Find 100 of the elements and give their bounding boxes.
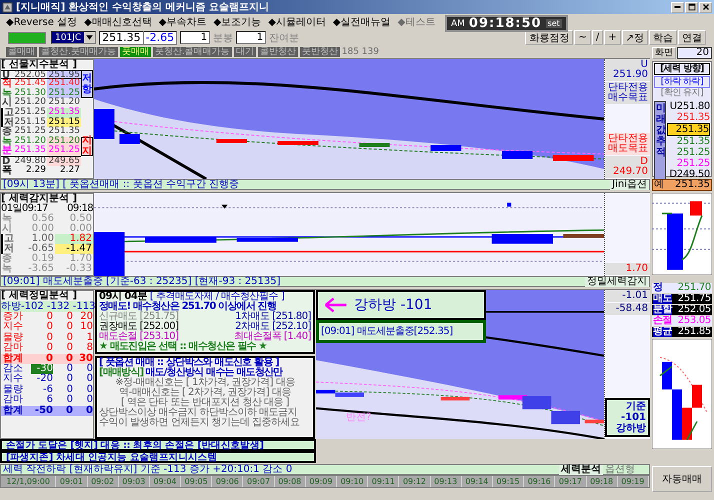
footer-text: ★ 매도진입은 선택 :: 매수청산은 필수 ★ [99, 342, 268, 352]
time-label: 09:06 [212, 476, 244, 487]
signal-tag: 풋매매 [120, 47, 151, 57]
method-tag: [매매방식] [99, 368, 144, 378]
close-button[interactable] [699, 2, 712, 12]
screen-label: 화면 [652, 47, 676, 59]
value-text: 0.19 [32, 254, 54, 264]
value-text: 1.00 [32, 234, 54, 244]
value-cell-text: 0 [66, 364, 73, 374]
panel-title: [ 선물지수분석 ] [1, 60, 78, 70]
time-label: 09:07 [243, 476, 275, 487]
square-marker [507, 202, 512, 207]
value-cell: -1.47 [55, 244, 93, 254]
value-cell-text: 0 [66, 312, 73, 322]
remaining-field[interactable]: 1 [236, 31, 266, 44]
toolbar-button[interactable]: / [592, 30, 604, 45]
order-value: 251.85 [678, 327, 711, 337]
order-label: 평균 [653, 327, 672, 337]
signal-tag: 콜반청산 [258, 47, 298, 57]
value-cell-text: -50 [34, 406, 53, 416]
direction-value: [하락 하락] [654, 76, 710, 88]
screen-value: 20 [677, 47, 712, 59]
value-cell-text: 0 [46, 322, 53, 332]
row-label: 증가 [2, 312, 24, 322]
menu-item[interactable]: ◆보조기능 [213, 14, 262, 28]
signal-tag: 콜청산.풋매매가능 [39, 47, 118, 57]
order-label: 정 [653, 283, 663, 293]
current-label: 예 [654, 180, 664, 190]
minimize-button[interactable] [671, 2, 684, 12]
toolbar-button[interactable]: ↗정 [622, 30, 648, 45]
value-cell-text: 0 [65, 406, 73, 416]
candle [278, 141, 318, 145]
order-value: 251.75 [678, 294, 711, 304]
auto-trade-button[interactable]: 자동매매 [652, 466, 712, 492]
value-cell-text: 8 [86, 343, 93, 354]
time-label: 09:10 [337, 476, 368, 487]
menu-item[interactable]: ◆실전매뉴얼 [332, 14, 391, 28]
row-label: 물량 [2, 384, 24, 395]
status-text: [09시 13분] [ 풋옵션매매 :: 풋옵션 수익구간 진행중 [2, 180, 240, 190]
price-value: 251.20 [14, 136, 46, 146]
candle [236, 238, 298, 242]
candle [553, 155, 594, 161]
price-value: 251.25 [14, 108, 46, 117]
level-tag: 저항 [81, 70, 93, 98]
value-cell-text: 1.70 [70, 254, 93, 264]
chart-note: 반전? [346, 411, 372, 424]
set-button[interactable]: set [546, 19, 562, 28]
symbol-dropdown[interactable]: 101JC [51, 31, 96, 44]
interval-field[interactable]: 1 [180, 31, 210, 44]
value-cell-text: 0 [86, 364, 93, 374]
guide-note: ※정-매매신호는 [ 1차가격, 권장가격] 대응 [114, 378, 296, 388]
time-label: 09:15 [492, 476, 524, 487]
row-label: 녹 [2, 214, 12, 224]
menu-item[interactable]: ◆Reverse 설정 [6, 14, 78, 28]
candle [492, 234, 553, 244]
toolbar-button[interactable]: 학습 [649, 30, 677, 45]
price-cell: 251.20 [47, 136, 81, 146]
level-text: 권장매도 [252.00] [99, 322, 180, 332]
guide-note: 역-매매신호는 [ 2차가격, 권장가격] 대응 [118, 388, 292, 398]
order-value: 251.70 [678, 283, 711, 293]
time-label: 09:11 [368, 476, 400, 487]
value-cell-text: 0 [86, 374, 93, 384]
forecast-value: 251.35 [676, 136, 710, 147]
current-value: 251.35 [675, 180, 710, 190]
column-header: 01일09:17 [1, 204, 48, 214]
scale-label: -58.48 [605, 303, 650, 315]
value-cell-text: 10 [79, 322, 93, 332]
value-cell-text: -6 [42, 384, 53, 395]
row-label: 분 [2, 146, 12, 156]
toolbar-button[interactable]: 연결 [678, 30, 706, 45]
minimize-icon [674, 6, 681, 8]
value-cell-text: 0 [46, 332, 53, 343]
candle [690, 201, 702, 216]
value-text: -3.65 [28, 264, 54, 274]
status-text: 세력 작전하락 [현재하락유지] 기준 -113 증가 +20:10:1 감소 0 [2, 464, 294, 474]
maximize-button[interactable] [685, 2, 698, 12]
guide-note: [ 역은 단타 또는 반대포지션 청산 대응 ] [120, 398, 290, 408]
signal-tag: 풋청산.콜매매가능 [152, 47, 232, 57]
menu-item[interactable]: ◆부속차트 [158, 14, 206, 28]
column-header: 09:18 [66, 204, 93, 214]
price-cell: 251.95 [47, 70, 81, 80]
value-cell-text: 0 [46, 312, 53, 322]
level-text: 2차매도 [252.10] [235, 322, 311, 332]
panel-title: [ 세력감지분석 ] [1, 194, 78, 204]
time-label: 09:13 [430, 476, 462, 487]
signal-count: 185 139 [342, 47, 379, 57]
time-label: 12/1,09:00 [1, 476, 56, 487]
menu-item[interactable]: ◆매매신호선택 [84, 14, 152, 28]
status-label: 정밀세력감지 [585, 276, 649, 286]
level-text: 신규매도 [251.75] [99, 312, 180, 322]
price-cell-text: 251.35 [48, 127, 81, 136]
candle [359, 143, 390, 147]
value-text: 0.56 [32, 214, 54, 224]
toolbar-button[interactable]: ~ [574, 30, 591, 45]
scale-label: D 249.70 [605, 156, 650, 178]
row-label: 녹 [2, 136, 12, 146]
toolbar-button[interactable]: + [604, 30, 621, 45]
menu-item[interactable]: ◆시뮬레이터 [268, 14, 326, 28]
close-icon [700, 2, 710, 12]
candle [692, 384, 702, 408]
